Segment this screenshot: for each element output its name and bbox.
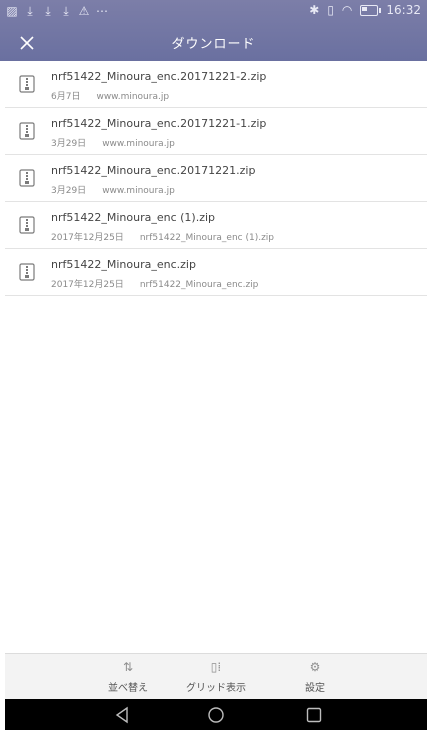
download-item[interactable]: nrf51422_Minoura_enc.20171221-1.zip 3月29日… bbox=[5, 108, 427, 155]
app-header: ▨ ⤓ ⤓ ⤓ ⚠ ⋯ ✱ ▯ ◠ 16:32 ダウンロード bbox=[0, 0, 427, 61]
download-source: nrf51422_Minoura_enc.zip bbox=[139, 280, 259, 290]
download-date: 2017年12月25日 bbox=[51, 280, 124, 290]
sort-button[interactable]: ⇅ 並べ替え bbox=[83, 657, 173, 694]
file-name: nrf51422_Minoura_enc.20171221-2.zip bbox=[51, 70, 267, 83]
file-name: nrf51422_Minoura_enc (1).zip bbox=[51, 211, 216, 224]
download-list: nrf51422_Minoura_enc.20171221-2.zip 6月7日 w… bbox=[5, 61, 427, 296]
grid-label: グリッド表示 bbox=[186, 683, 246, 694]
settings-label: 設定 bbox=[305, 683, 325, 694]
grid-icon: ▯⁞ bbox=[210, 660, 222, 674]
download-screen: ▨ ⤓ ⤓ ⤓ ⚠ ⋯ ✱ ▯ ◠ 16:32 ダウンロード nrf51422_… bbox=[0, 0, 427, 730]
page-title: ダウンロード bbox=[171, 37, 256, 52]
grid-view-button[interactable]: ▯⁞ グリッド表示 bbox=[171, 657, 261, 694]
download-date: 3月29日 bbox=[51, 139, 87, 149]
navigation-bar bbox=[5, 699, 427, 730]
download-icon: ⤓ bbox=[45, 4, 51, 18]
download-date: 6月7日 bbox=[51, 92, 81, 102]
sort-label: 並べ替え bbox=[108, 683, 148, 694]
title-bar: ダウンロード bbox=[0, 24, 427, 61]
zip-file-icon bbox=[19, 122, 35, 140]
vibrate-icon: ▯ bbox=[327, 3, 334, 17]
zip-file-icon bbox=[19, 263, 35, 281]
gear-icon: ⚙ bbox=[309, 660, 321, 674]
download-date: 3月29日 bbox=[51, 186, 87, 196]
download-source: www.minoura.jp bbox=[102, 139, 175, 149]
sort-icon: ⇅ bbox=[122, 660, 134, 674]
download-source: www.minoura.jp bbox=[102, 186, 175, 196]
download-source: www.minoura.jp bbox=[96, 92, 170, 102]
download-item[interactable]: nrf51422_Minoura_enc.20171221-2.zip 6月7日 w… bbox=[5, 61, 427, 108]
wifi-icon: ◠ bbox=[341, 3, 353, 17]
zip-file-icon bbox=[19, 216, 35, 234]
settings-button[interactable]: ⚙ 設定 bbox=[270, 657, 360, 694]
system-icons: ✱ ▯ ◠ 16:32 bbox=[309, 3, 421, 17]
file-meta: 6月7日 www.minoura.jp bbox=[51, 89, 169, 102]
image-icon: ▨ bbox=[6, 4, 18, 18]
bottom-toolbar: ⇅ 並べ替え ▯⁞ グリッド表示 ⚙ 設定 bbox=[5, 653, 427, 700]
download-icon: ⤓ bbox=[63, 4, 69, 18]
file-meta: 3月29日 www.minoura.jp bbox=[51, 183, 175, 196]
recents-icon[interactable] bbox=[303, 705, 325, 725]
download-item[interactable]: nrf51422_Minoura_enc.20171221.zip 3月29日 ww… bbox=[5, 155, 427, 202]
file-name: nrf51422_Minoura_enc.20171221-1.zip bbox=[51, 117, 267, 130]
notification-icons: ▨ ⤓ ⤓ ⤓ ⚠ ⋯ bbox=[6, 4, 108, 18]
home-icon[interactable] bbox=[205, 705, 227, 725]
file-meta: 3月29日 www.minoura.jp bbox=[51, 136, 175, 149]
download-icon: ⤓ bbox=[27, 4, 33, 18]
warning-icon: ⚠ bbox=[78, 4, 90, 18]
more-icon: ⋯ bbox=[96, 4, 108, 18]
file-name: nrf51422_Minoura_enc.zip bbox=[51, 258, 196, 271]
back-icon[interactable] bbox=[112, 705, 134, 725]
battery-icon bbox=[360, 4, 382, 16]
status-time: 16:32 bbox=[386, 3, 421, 17]
download-source: nrf51422_Minoura_enc (1).zip bbox=[139, 233, 275, 243]
download-date: 2017年12月25日 bbox=[51, 233, 124, 243]
file-name: nrf51422_Minoura_enc.20171221.zip bbox=[51, 164, 256, 177]
zip-file-icon bbox=[19, 169, 35, 187]
download-item[interactable]: nrf51422_Minoura_enc (1).zip 2017年12月25日 n… bbox=[5, 202, 427, 249]
bluetooth-icon: ✱ bbox=[309, 3, 320, 17]
file-meta: 2017年12月25日 nrf51422_Minoura_enc.zip bbox=[51, 277, 258, 290]
download-item[interactable]: nrf51422_Minoura_enc.zip 2017年12月25日 nrf51… bbox=[5, 249, 427, 296]
zip-file-icon bbox=[19, 75, 35, 93]
file-meta: 2017年12月25日 nrf51422_Minoura_enc (1).zip bbox=[51, 230, 274, 243]
status-bar: ▨ ⤓ ⤓ ⤓ ⚠ ⋯ ✱ ▯ ◠ 16:32 bbox=[0, 0, 427, 24]
